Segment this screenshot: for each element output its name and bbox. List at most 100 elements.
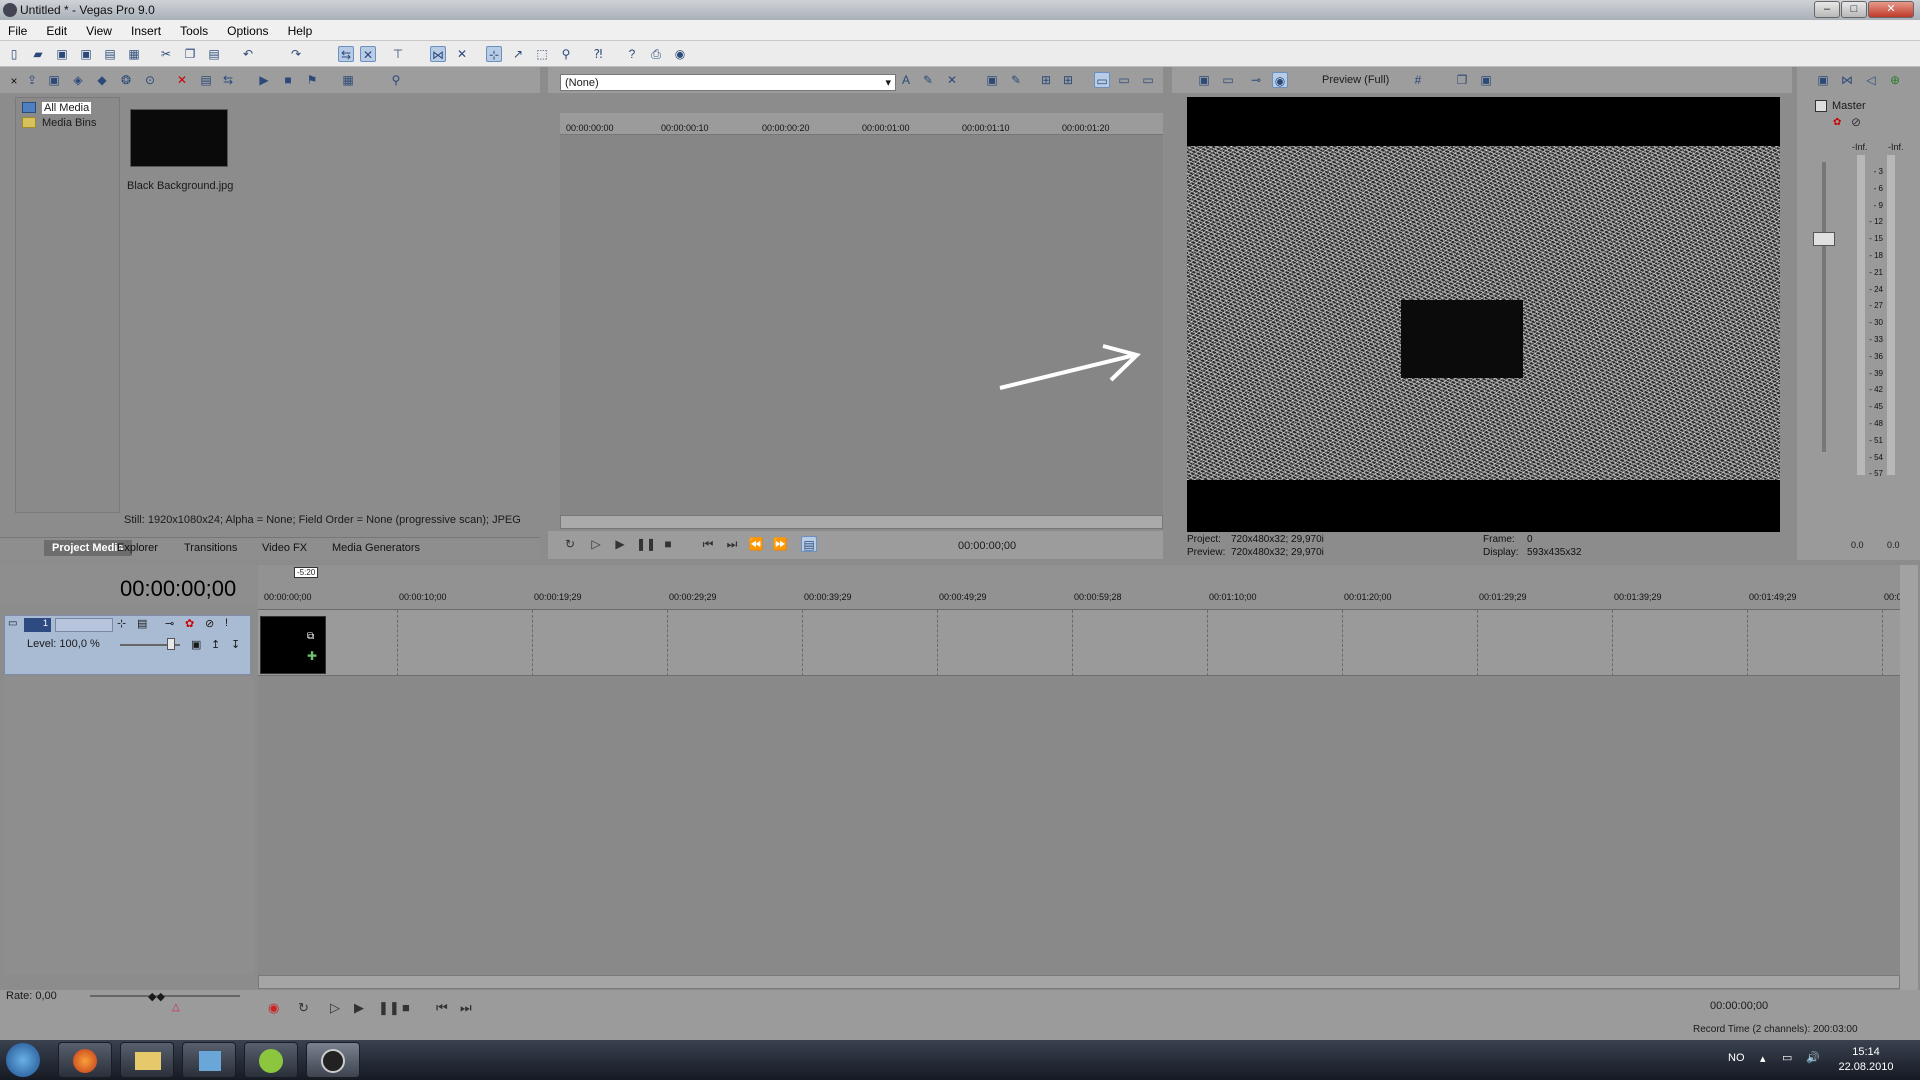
menu-help[interactable]: Help [280,20,321,38]
stop-icon[interactable]: ■ [402,1000,410,1015]
event-pan-crop-icon[interactable]: ⧉ [307,631,314,642]
tab-explorer[interactable]: Explorer [117,542,158,554]
copy-icon[interactable]: ❐ [182,46,198,62]
trimmer-view-video-icon[interactable]: ▭ [1094,72,1110,88]
menu-insert[interactable]: Insert [123,20,169,38]
close-button[interactable]: ✕ [1868,1,1914,18]
views-icon[interactable]: ▦ [340,72,356,88]
taskbar-firefox[interactable] [58,1042,112,1078]
play-from-start-icon[interactable]: ▷ [330,1000,340,1016]
undo-icon[interactable]: ↶ [240,46,256,62]
language-indicator[interactable]: NO [1728,1052,1745,1064]
timeline-horizontal-scrollbar[interactable] [258,975,1900,989]
trimmer-clear-icon[interactable]: ✕ [944,72,960,88]
video-event-clip[interactable]: ⧉ ✚ [260,616,326,674]
go-to-end-icon[interactable]: ⏭ [724,536,740,552]
envelope-tool-icon[interactable]: ↗ [510,46,526,62]
preview-properties-icon[interactable]: ▣ [1196,72,1212,88]
maximize-button[interactable]: □ [1841,1,1867,18]
play-from-start-icon[interactable]: ▷ [588,536,604,552]
burn-icon[interactable]: ◉ [672,46,688,62]
track-name-field[interactable] [55,618,113,632]
rate-slider-icon[interactable]: ◆◆ [148,990,165,1003]
track-motion-icon[interactable]: ⊹ [117,617,126,630]
tree-item-all-media[interactable]: All Media [22,102,92,114]
go-to-end-icon[interactable]: ⏭ [460,1000,472,1016]
trimmer-view-audio-icon[interactable]: ▭ [1116,72,1132,88]
preview-quality-dropdown[interactable]: Preview (Full) [1322,74,1389,86]
solo-icon[interactable]: ⊘ [1851,115,1861,129]
timeline-ruler[interactable]: -5:20 00:00:00;00 00:00:10;00 00:00:19;29 0… [258,565,1902,610]
tree-item-media-bins[interactable]: Media Bins [22,117,96,129]
new-icon[interactable]: ▯ [6,46,22,62]
save-icon[interactable]: ▣ [54,46,70,62]
auto-ripple-icon[interactable]: ⇆ [338,46,354,62]
video-track-header[interactable]: ▭ 1 ⊹ ▤ ⊸ ✿ ⊘ ! Level: 100,0 % ▣ ↥ ↧ [4,615,251,675]
trimmer-body[interactable] [560,135,1163,515]
split-screen-icon[interactable]: ◉ [1272,72,1288,88]
play-icon[interactable]: ▶ [612,536,628,552]
minimize-button[interactable]: – [1814,1,1840,18]
save-snapshot-icon[interactable]: ▣ [1478,72,1494,88]
taskbar-explorer[interactable] [120,1042,174,1078]
mixer-properties-icon[interactable]: ▣ [1815,72,1831,88]
move-up-icon[interactable]: ↥ [211,638,220,651]
track-fx-chain-icon[interactable]: ✿ [185,617,194,630]
play-media-icon[interactable]: ▶ [256,72,272,88]
trimmer-a-icon[interactable]: A [898,72,914,88]
render-icon[interactable]: ▤ [102,46,118,62]
trimmer-tools-icon[interactable]: ✎ [1008,72,1024,88]
vegas-app-icon[interactable] [3,3,17,17]
menu-options[interactable]: Options [219,20,276,38]
pause-icon[interactable]: ❚❚ [636,536,656,552]
go-to-start-icon[interactable]: ⏮ [436,1000,448,1016]
external-monitor-icon[interactable]: ▭ [1220,72,1236,88]
timeline-empty-area[interactable] [258,676,1900,976]
replace-media-icon[interactable]: ⇆ [220,72,236,88]
media-fx-icon[interactable]: ❂ [118,72,134,88]
auto-crossfade-icon[interactable]: ✕ [454,46,470,62]
trimmer-view-both-icon[interactable]: ▭ [1140,72,1156,88]
time-marker[interactable]: -5:20 [294,567,319,578]
start-button[interactable] [6,1043,40,1077]
fast-forward-icon[interactable]: ⏩ [772,536,788,552]
collapse-track-icon[interactable]: ▭ [8,618,17,629]
import-media-icon[interactable]: ⇪ [24,72,40,88]
stop-media-icon[interactable]: ■ [280,72,296,88]
go-to-start-icon[interactable]: ⏮ [700,536,716,552]
fader-track[interactable] [1822,162,1826,452]
video-track-lane[interactable] [258,610,1900,676]
open-icon[interactable]: ▰ [30,46,46,62]
trimmer-ruler[interactable]: 00:00:00:00 00:00:00:10 00:00:00:20 00:0… [560,113,1163,135]
composite-mode-icon[interactable]: ⊸ [165,617,174,630]
close-window-icon[interactable]: × [6,73,22,89]
taskbar-app[interactable] [182,1042,236,1078]
record-icon[interactable]: ◉ [268,1000,279,1016]
media-file-name[interactable]: Black Background.jpg [127,180,233,192]
mixer-add-bus-icon[interactable]: ⊕ [1887,72,1903,88]
capture-video-icon[interactable]: ▣ [46,72,62,88]
taskbar-vegas[interactable] [306,1042,360,1078]
trimmer-save-icon[interactable]: ▣ [984,72,1000,88]
zoom-tool-icon[interactable]: ⚲ [558,46,574,62]
timeline-timecode[interactable]: 00:00:00;00 [120,576,236,602]
cut-icon[interactable]: ✂ [158,46,174,62]
redo-icon[interactable]: ↷ [288,46,304,62]
menu-tools[interactable]: Tools [172,20,216,38]
help-icon[interactable]: ? [624,46,640,62]
master-checkbox[interactable] [1815,100,1827,112]
volume-icon[interactable]: 🔊 [1806,1051,1820,1064]
loop-icon[interactable]: ↻ [562,536,578,552]
selection-tool-icon[interactable]: ⬚ [534,46,550,62]
track-fx-icon[interactable]: ▤ [137,617,147,630]
play-icon[interactable]: ▶ [354,1000,364,1016]
overlays-icon[interactable]: # [1410,72,1426,88]
snapping-icon[interactable]: ⋈ [430,46,446,62]
menu-edit[interactable]: Edit [38,20,75,38]
show-hidden-icons-icon[interactable]: ▴ [1760,1052,1766,1065]
remove-icon[interactable]: ✕ [174,72,190,88]
paste-icon[interactable]: ▤ [206,46,222,62]
event-fx-icon[interactable]: ✚ [307,649,317,663]
mixer-downmix-icon[interactable]: ⋈ [1839,72,1855,88]
menu-file[interactable]: File [0,20,35,38]
